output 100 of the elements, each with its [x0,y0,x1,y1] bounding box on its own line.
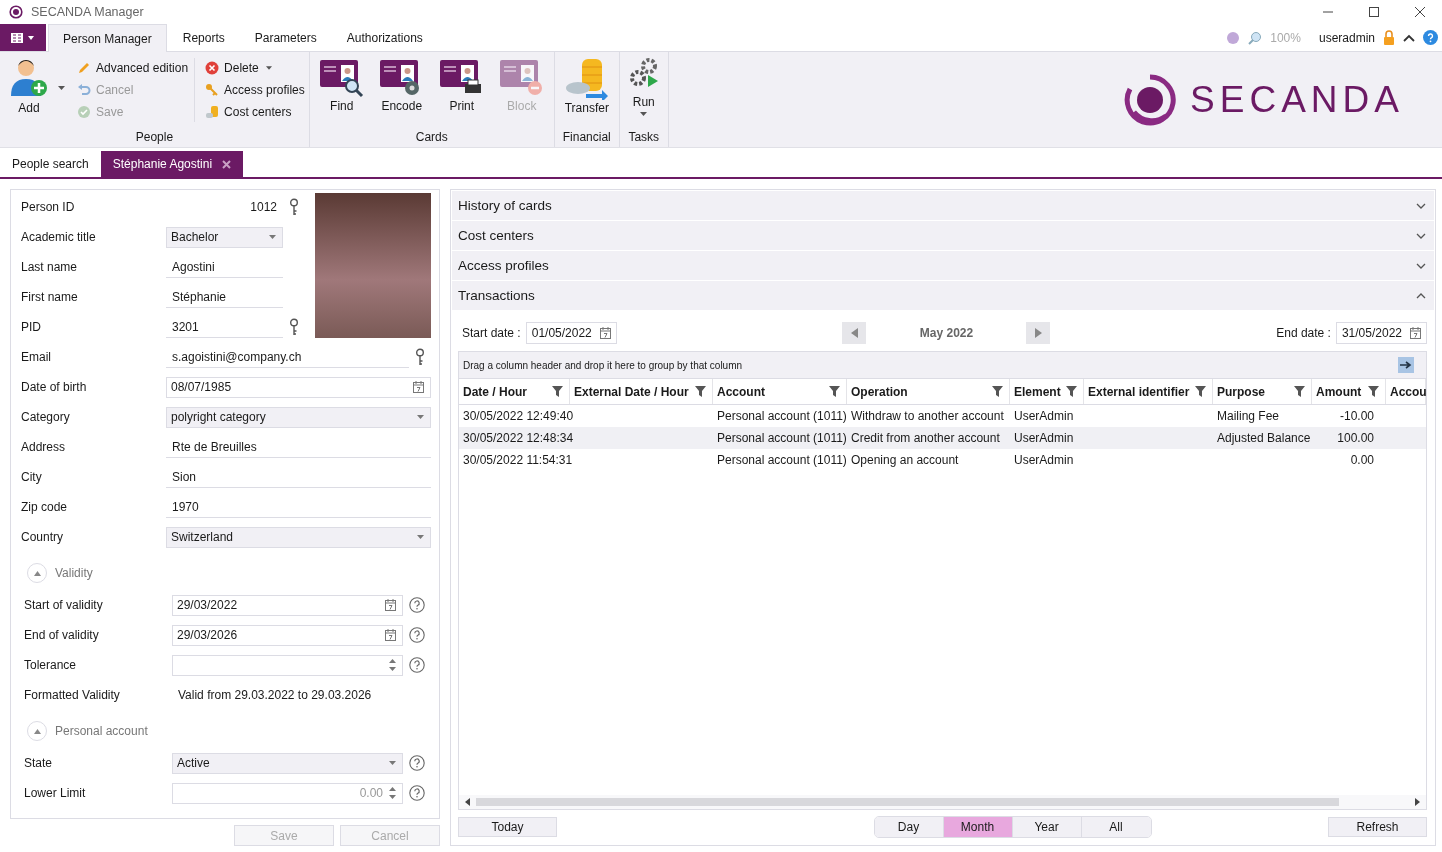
calendar-icon[interactable] [385,599,396,611]
ribbon-button[interactable]: Print [433,58,490,113]
help-icon[interactable] [409,627,425,643]
filter-icon[interactable] [552,386,563,397]
column-header[interactable]: Amount [1316,384,1362,399]
spin-arrows-icon[interactable] [389,786,396,800]
calendar-icon[interactable] [413,381,424,393]
column-header[interactable]: Accou [1390,384,1426,399]
date-field[interactable]: 01/05/2022 [525,322,617,344]
dropdown-field[interactable]: polyright category [166,406,431,428]
collapse-ribbon-icon[interactable] [1403,33,1415,42]
triangle-left-icon [851,328,858,338]
column-header[interactable]: Purpose [1217,384,1265,399]
run-button[interactable]: Run [623,58,664,116]
ribbon-button[interactable]: Access profiles [205,81,305,99]
column-header[interactable]: Account [717,384,765,399]
column-header[interactable]: Element [1014,384,1061,399]
text-field[interactable]: Rte de Breuilles [166,436,431,458]
text-field[interactable]: s.agoistini@company.ch [166,346,409,368]
menu-tab[interactable]: Person Manager [48,24,167,52]
period-button[interactable]: All [1081,817,1151,837]
ribbon-button[interactable]: Delete [205,59,305,77]
filter-icon[interactable] [1368,386,1379,397]
ribbon-button[interactable]: Encode [373,58,430,113]
filter-icon[interactable] [992,386,1003,397]
table-cell: 30/05/2022 11:54:31 [463,453,573,467]
filter-icon[interactable] [1066,386,1077,397]
help-icon[interactable] [409,755,425,771]
menu-tab[interactable]: Authorizations [332,24,437,51]
chevron-icon[interactable] [1416,262,1426,269]
document-tab[interactable]: Stéphanie Agostini [100,151,244,177]
menu-tab[interactable]: Parameters [240,24,331,51]
dropdown-caret-icon[interactable] [58,86,65,90]
column-header[interactable]: Operation [851,384,908,399]
period-button[interactable]: Month [943,817,1013,837]
column-header[interactable]: Date / Hour [463,384,527,399]
dropdown-caret-icon[interactable] [417,415,424,419]
dropdown-field[interactable]: Active [172,752,403,774]
ribbon-button[interactable]: Find [313,58,370,113]
period-button[interactable]: Day [874,817,944,837]
close-icon[interactable] [222,159,232,169]
help-icon[interactable] [1423,30,1438,45]
chevron-icon[interactable] [1416,202,1426,209]
app-menu-button[interactable] [0,24,46,51]
help-icon[interactable] [409,785,425,801]
scroll-right-icon[interactable] [1415,798,1420,806]
transfer-button[interactable]: Transfer [558,58,615,115]
table-cell: Personal account (1011) [717,409,847,423]
calendar-icon[interactable] [599,327,611,339]
dropdown-field[interactable]: Bachelor [166,226,283,248]
previous-button[interactable] [842,322,867,344]
date-field[interactable]: 08/07/1985 [166,376,431,398]
dropdown-caret-icon[interactable] [389,761,396,765]
filter-icon[interactable] [1294,386,1305,397]
filter-icon[interactable] [829,386,840,397]
filter-icon[interactable] [695,386,706,397]
scroll-left-icon[interactable] [465,798,470,806]
help-icon[interactable] [409,657,425,673]
date-field[interactable]: 31/05/2022 [1335,322,1427,344]
table-cell: 30/05/2022 12:49:40 [463,409,574,423]
dropdown-caret-icon[interactable] [269,235,276,239]
text-field[interactable]: 3201 [166,316,283,338]
close-icon[interactable] [1414,6,1426,18]
table-cell: 0.00 [1350,453,1374,467]
text-field[interactable]: Sion [166,466,431,488]
menu-tab[interactable]: Reports [168,24,239,51]
panel-header[interactable]: Transactions [452,281,1434,310]
maximize-icon[interactable] [1368,6,1380,18]
dropdown-field[interactable]: Switzerland [166,526,431,548]
text-field[interactable]: Agostini [166,256,283,278]
field-label: Formatted Validity [24,688,121,702]
calendar-icon[interactable] [385,629,396,641]
date-field[interactable]: 29/03/2026 [172,624,403,646]
panel-header[interactable]: History of cards [452,191,1434,220]
number-field[interactable] [172,654,403,676]
text-field[interactable]: 1970 [166,496,431,518]
text-field[interactable]: Stéphanie [166,286,283,308]
scrollbar[interactable] [459,795,1426,809]
calendar-icon[interactable] [1410,327,1421,339]
today-button[interactable]: Today [458,817,557,837]
dropdown-caret-icon[interactable] [417,535,424,539]
chevron-icon[interactable] [1416,292,1426,299]
column-header[interactable]: External identifier [1088,384,1190,399]
arrow-right-icon[interactable] [1398,357,1414,373]
refresh-button[interactable]: Refresh [1328,817,1427,837]
ribbon-button[interactable]: Advanced edition [77,59,189,77]
add-button[interactable]: Add [4,58,54,115]
field-label: End of validity [24,628,100,642]
column-header[interactable]: External Date / Hour [574,384,689,399]
panel-header[interactable]: Cost centers [452,221,1434,250]
help-icon[interactable] [409,597,425,613]
spin-arrows-icon[interactable] [389,658,396,672]
next-button[interactable] [1026,322,1051,344]
ribbon-button[interactable]: Cost centers [205,103,305,121]
filter-icon[interactable] [1195,386,1206,397]
panel-header[interactable]: Access profiles [452,251,1434,280]
date-field[interactable]: 29/03/2022 [172,594,403,616]
chevron-icon[interactable] [1416,232,1426,239]
document-tab[interactable]: People search [0,151,101,177]
period-button[interactable]: Year [1012,817,1082,837]
